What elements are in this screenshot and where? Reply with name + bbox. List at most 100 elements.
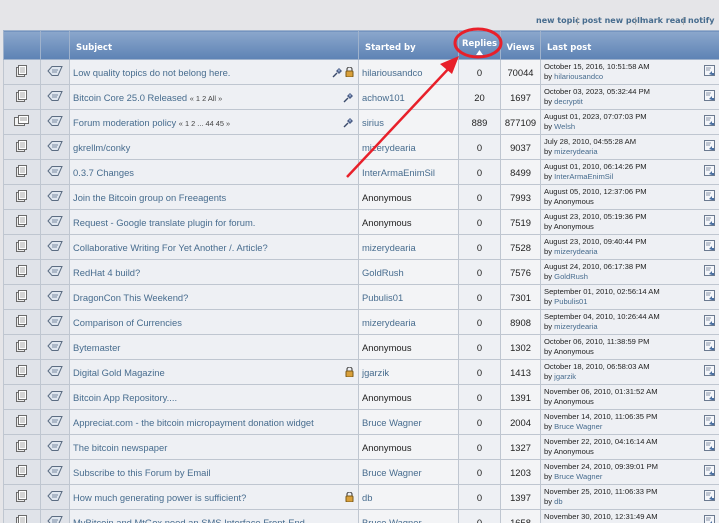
topic-starter[interactable]: sirius <box>358 109 459 135</box>
last-post-author[interactable]: Bruce Wagner <box>554 422 602 431</box>
topic-subject-link[interactable]: How much generating power is sufficient? <box>73 492 246 503</box>
topic-subject-link[interactable]: 0.3.7 Changes <box>73 167 134 178</box>
topic-subject-link[interactable]: MyBitcoin and MtGox need an SMS Interfac… <box>73 517 305 523</box>
topic-subject-link[interactable]: RedHat 4 build? <box>73 267 140 278</box>
topic-status-cell <box>3 209 41 235</box>
topic-pages[interactable]: « 1 2 ... 44 45 » <box>179 119 230 128</box>
topic-subject-link[interactable]: Low quality topics do not belong here. <box>73 67 230 78</box>
topic-subject-link[interactable]: DragonCon This Weekend? <box>73 292 188 303</box>
table-row: RedHat 4 build? GoldRush 0 7576 August 24, … <box>3 259 719 285</box>
last-post-icon[interactable] <box>704 65 715 76</box>
topic-subject-link[interactable]: Digital Gold Magazine <box>73 367 165 378</box>
topic-pages[interactable]: « 1 2 All » <box>190 94 222 103</box>
last-post-icon[interactable] <box>704 315 715 326</box>
last-post-author[interactable]: mizerydearia <box>554 147 597 156</box>
header-views[interactable]: Views <box>500 30 541 60</box>
header-replies[interactable]: Replies <box>458 30 501 60</box>
by-label: by <box>544 72 553 81</box>
table-row: gkrellm/conky mizerydearia 0 9037 July 28, … <box>3 134 719 160</box>
mark-read-link[interactable]: mark read <box>640 16 686 25</box>
topic-starter[interactable]: mizerydearia <box>358 234 459 260</box>
last-post-author-line: by Bruce Wagner <box>544 472 719 482</box>
last-post-author[interactable]: mizerydearia <box>554 322 597 331</box>
last-post-author-line: by mizerydearia <box>544 247 719 257</box>
header-subject[interactable]: Subject <box>69 30 359 60</box>
topic-subject-link[interactable]: Request - Google translate plugin for fo… <box>73 217 255 228</box>
last-post-icon[interactable] <box>704 415 715 426</box>
topic-starter[interactable]: achow101 <box>358 84 459 110</box>
last-post-icon[interactable] <box>704 165 715 176</box>
topic-starter[interactable]: db <box>358 484 459 510</box>
topic-status-cell <box>3 509 41 523</box>
topic-icon <box>16 390 27 402</box>
topic-subject-link[interactable]: Bitcoin Core 25.0 Released <box>73 92 187 103</box>
last-post-author: Anonymous <box>553 397 594 406</box>
last-post-icon[interactable] <box>704 490 715 501</box>
message-icon <box>47 216 63 226</box>
last-post-author[interactable]: jgarzik <box>554 372 576 381</box>
last-post-icon[interactable] <box>704 115 715 126</box>
topic-subject-link[interactable]: Forum moderation policy <box>73 117 176 128</box>
last-post-icon[interactable] <box>704 465 715 476</box>
last-post-author[interactable]: Pubulis01 <box>554 297 587 306</box>
last-post-icon[interactable] <box>704 340 715 351</box>
topic-replies: 0 <box>458 459 501 485</box>
topic-starter[interactable]: mizerydearia <box>358 309 459 335</box>
topic-subject-cell: Appreciat.com - the bitcoin micropayment… <box>69 409 359 435</box>
topic-subject-link[interactable]: Appreciat.com - the bitcoin micropayment… <box>73 417 314 428</box>
new-topic-link[interactable]: new topic <box>536 16 580 25</box>
topic-starter[interactable]: jgarzik <box>358 359 459 385</box>
last-post-author[interactable]: InterArmaEnimSil <box>554 172 613 181</box>
last-post-icon[interactable] <box>704 90 715 101</box>
last-post-author[interactable]: hilariousandco <box>554 72 603 81</box>
topic-icon <box>16 290 27 302</box>
last-post-icon[interactable] <box>704 240 715 251</box>
last-post-author[interactable]: db <box>554 497 562 506</box>
last-post-icon[interactable] <box>704 515 715 523</box>
topic-subject-link[interactable]: gkrellm/conky <box>73 142 130 153</box>
topic-icon <box>16 465 27 477</box>
notify-link[interactable]: notify <box>688 16 714 25</box>
topic-subject-link[interactable]: Comparison of Currencies <box>73 317 182 328</box>
last-post-icon[interactable] <box>704 140 715 151</box>
topic-last-post: August 23, 2010, 09:40:44 PM by mizerydea… <box>540 234 719 260</box>
topic-last-post: November 24, 2010, 09:39:01 PM by Bruce W… <box>540 459 719 485</box>
last-post-icon[interactable] <box>704 290 715 301</box>
topic-subject-cell: gkrellm/conky <box>69 134 359 160</box>
topic-starter[interactable]: Pubulis01 <box>358 284 459 310</box>
last-post-author[interactable]: decryptit <box>554 97 583 106</box>
header-started-by[interactable]: Started by <box>358 30 459 60</box>
last-post-icon[interactable] <box>704 215 715 226</box>
topic-subject-link[interactable]: Join the Bitcoin group on Freeagents <box>73 192 226 203</box>
topic-starter[interactable]: InterArmaEnimSil <box>358 159 459 185</box>
last-post-icon[interactable] <box>704 440 715 451</box>
topic-starter[interactable]: Bruce Wagner <box>358 509 459 523</box>
last-post-author-line: by Pubulis01 <box>544 297 719 307</box>
topic-starter[interactable]: hilariousandco <box>358 59 459 85</box>
topic-starter[interactable]: Bruce Wagner <box>358 459 459 485</box>
topic-message-icon-cell <box>40 509 70 523</box>
topic-starter[interactable]: mizerydearia <box>358 134 459 160</box>
topic-subject-link[interactable]: Bitcoin App Repository.... <box>73 392 177 403</box>
last-post-icon[interactable] <box>704 265 715 276</box>
topic-subject-link[interactable]: The bitcoin newspaper <box>73 442 167 453</box>
topic-subject-link[interactable]: Collaborative Writing For Yet Another /.… <box>73 242 268 253</box>
topic-subject-link[interactable]: Bytemaster <box>73 342 120 353</box>
topic-starter[interactable]: Bruce Wagner <box>358 409 459 435</box>
header-last-post[interactable]: Last post <box>540 30 719 60</box>
last-post-author[interactable]: mizerydearia <box>554 247 597 256</box>
last-post-author[interactable]: Bruce Wagner <box>554 472 602 481</box>
last-post-icon[interactable] <box>704 365 715 376</box>
last-post-icon[interactable] <box>704 190 715 201</box>
last-post-date: October 15, 2016, 10:51:58 AM <box>544 62 650 72</box>
table-row: Low quality topics do not belong here. h… <box>3 59 719 85</box>
last-post-author[interactable]: GoldRush <box>554 272 588 281</box>
last-post-author[interactable]: Welsh <box>554 122 575 131</box>
topic-starter[interactable]: GoldRush <box>358 259 459 285</box>
last-post-date: September 01, 2010, 02:56:14 AM <box>544 287 660 297</box>
topic-subject-link[interactable]: Subscribe to this Forum by Email <box>73 467 211 478</box>
topic-status-cell <box>3 484 41 510</box>
last-post-icon[interactable] <box>704 390 715 401</box>
topic-replies: 0 <box>458 409 501 435</box>
last-post-author-line: by mizerydearia <box>544 147 719 157</box>
